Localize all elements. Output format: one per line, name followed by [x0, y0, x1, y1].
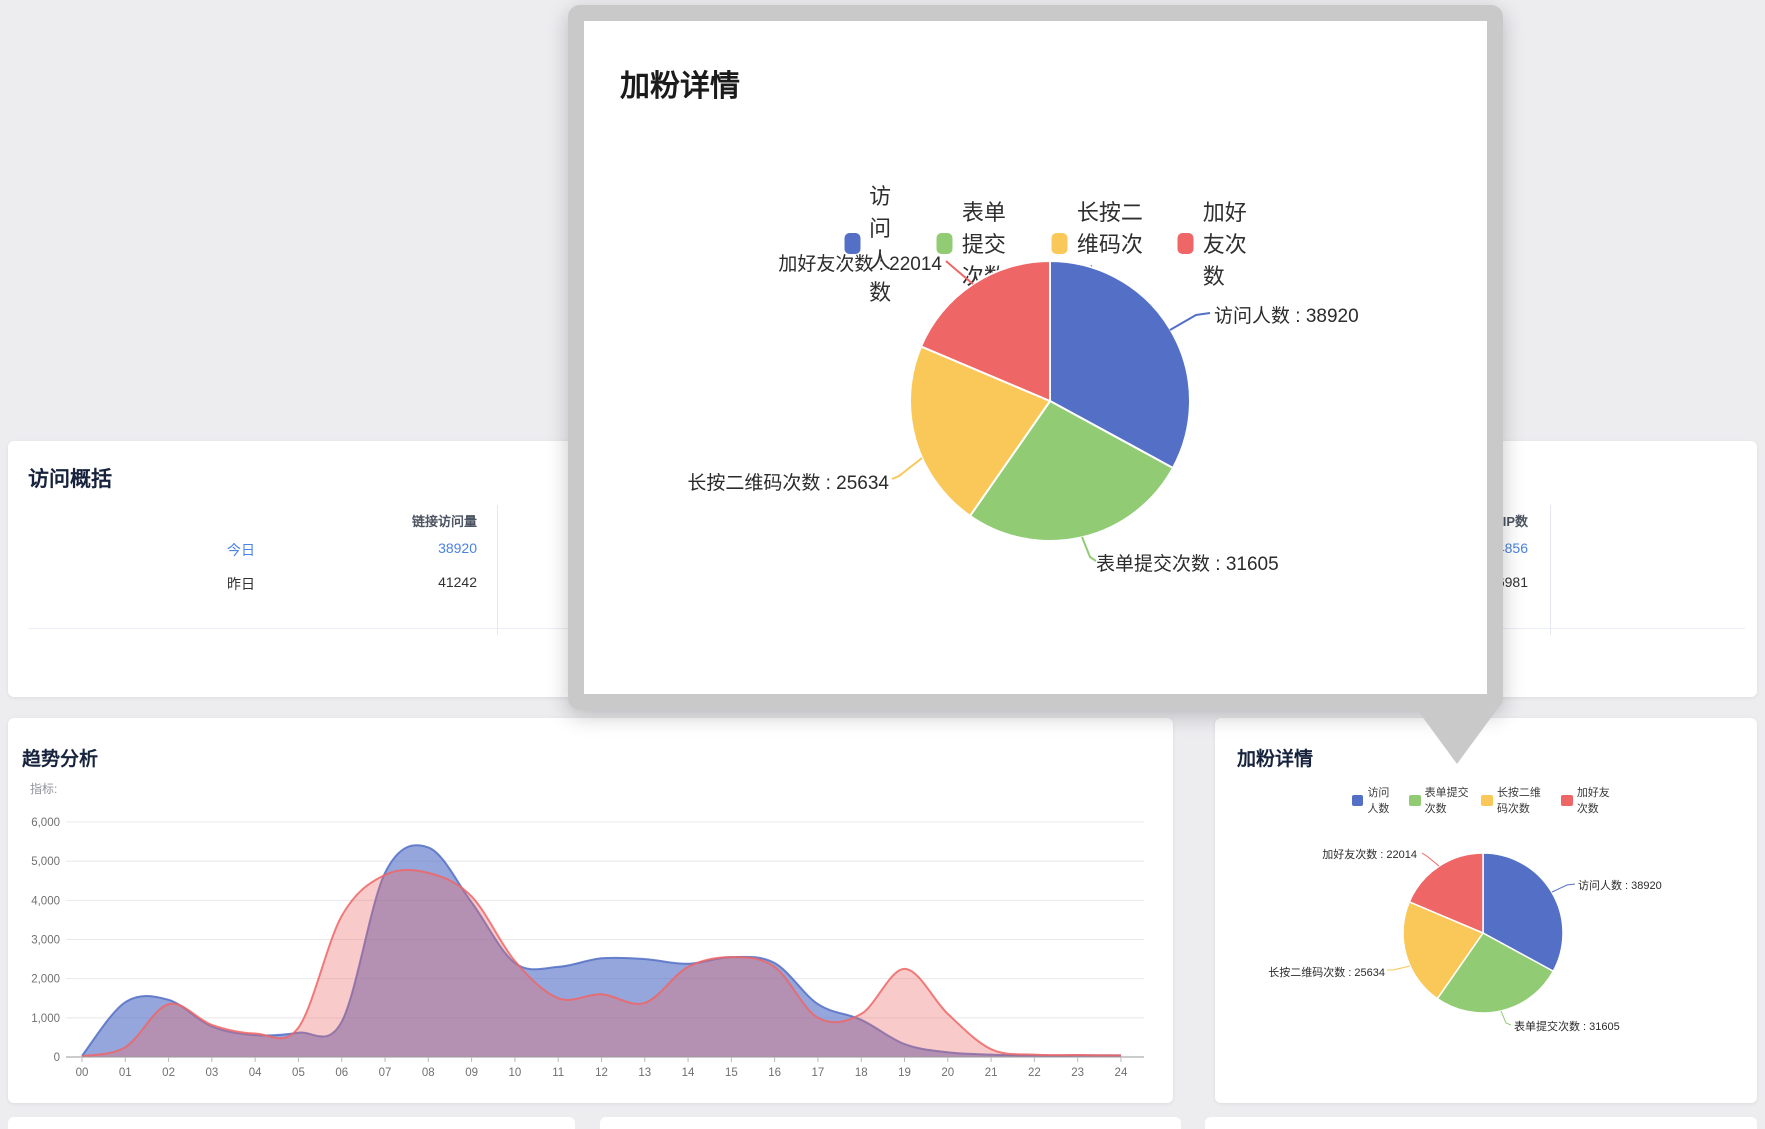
popup-pointer-tail: [1413, 704, 1501, 764]
pie-callout-长按二维码次数: 长按二维码次数 : 25634: [1268, 964, 1385, 980]
svg-text:03: 03: [205, 1067, 218, 1079]
trend-area-chart[interactable]: 01,0002,0003,0004,0005,0006,000000102030…: [16, 800, 1166, 1100]
column-divider: [1550, 505, 1551, 635]
bottom-card-stub: [1205, 1117, 1757, 1129]
column-header-link-visits: 链接访问量: [377, 511, 477, 530]
pie-callout-访问人数: 访问人数 : 38920: [1578, 877, 1662, 893]
svg-text:01: 01: [119, 1067, 132, 1079]
svg-text:11: 11: [552, 1067, 564, 1079]
pie-label-line: [1552, 884, 1575, 892]
svg-text:3,000: 3,000: [31, 934, 60, 946]
row-label-今日[interactable]: 今日: [191, 540, 291, 560]
svg-text:09: 09: [465, 1067, 478, 1079]
svg-text:19: 19: [898, 1067, 911, 1079]
svg-text:06: 06: [335, 1067, 348, 1079]
link-visits-value: 41242: [377, 574, 477, 590]
dashboard-page: 访问概括 链接访问量 IP数 今日3892034856昨日4124236981 …: [0, 0, 1765, 1129]
fans-pie-chart[interactable]: [1215, 718, 1757, 1103]
pie-callout-加好友次数: 加好友次数 : 22014: [778, 249, 942, 276]
fans-panel: 加粉详情 访问人数表单提交次数长按二维码次数加好友次数 加好友次数 : 2201…: [1215, 718, 1757, 1103]
svg-text:21: 21: [985, 1067, 998, 1079]
pie-label-line: [1422, 853, 1439, 866]
svg-text:08: 08: [422, 1067, 435, 1079]
pie-label-line: [892, 458, 922, 479]
svg-text:18: 18: [855, 1067, 868, 1079]
pie-label-line: [1082, 537, 1096, 561]
pie-label-line: [1387, 966, 1410, 970]
svg-text:07: 07: [379, 1067, 392, 1079]
row-label-昨日[interactable]: 昨日: [191, 574, 291, 594]
trend-panel: 趋势分析 指标: 0 1,000 2,000 3,000 4,000 5,000 6,000…: [8, 718, 1173, 1103]
pie-callout-长按二维码次数: 长按二维码次数 : 25634: [687, 468, 889, 495]
svg-text:13: 13: [638, 1067, 651, 1079]
link-visits-value: 38920: [377, 540, 477, 556]
svg-text:17: 17: [812, 1067, 825, 1079]
pie-callout-加好友次数: 加好友次数 : 22014: [1322, 846, 1417, 862]
pie-callout-表单提交次数: 表单提交次数 : 31605: [1514, 1018, 1620, 1034]
overview-title: 访问概括: [28, 463, 112, 493]
svg-text:15: 15: [725, 1067, 738, 1079]
svg-text:14: 14: [682, 1067, 695, 1079]
magnifier-popup: 加粉详情 访问人数表单提交次数长按二维码次数加好友次数 加好友次数 : 2201…: [568, 5, 1503, 710]
column-divider: [497, 505, 498, 635]
svg-text:22: 22: [1028, 1067, 1041, 1079]
svg-text:0: 0: [54, 1052, 60, 1064]
popup-pie-chart[interactable]: [584, 21, 1487, 694]
svg-text:16: 16: [768, 1067, 781, 1079]
x-axis: 00 01 02 03 04 05 06 07 08 09 10 11 12 13 14 15 16 17 18 19…: [66, 1057, 1144, 1079]
svg-text:02: 02: [162, 1067, 175, 1079]
svg-text:1,000: 1,000: [31, 1013, 60, 1025]
pie-label-line: [1170, 313, 1210, 330]
svg-text:12: 12: [595, 1067, 608, 1079]
svg-text:4,000: 4,000: [31, 895, 60, 907]
svg-text:10: 10: [509, 1067, 522, 1079]
svg-text:05: 05: [292, 1067, 305, 1079]
pie-callout-表单提交次数: 表单提交次数 : 31605: [1096, 549, 1279, 576]
svg-text:5,000: 5,000: [31, 856, 60, 868]
svg-text:6,000: 6,000: [31, 817, 60, 829]
pie-label-line: [946, 261, 973, 284]
svg-text:23: 23: [1071, 1067, 1084, 1079]
y-axis-labels: 0 1,000 2,000 3,000 4,000 5,000 6,000: [31, 817, 60, 1064]
svg-text:2,000: 2,000: [31, 974, 60, 986]
svg-text:24: 24: [1115, 1067, 1128, 1079]
trend-title: 趋势分析: [22, 744, 98, 771]
svg-text:20: 20: [941, 1067, 954, 1079]
svg-text:00: 00: [76, 1067, 89, 1079]
pie-callout-访问人数: 访问人数 : 38920: [1214, 301, 1359, 328]
bottom-card-stub: [600, 1117, 1181, 1129]
trend-indicator-label: 指标:: [30, 780, 57, 797]
pie-label-line: [1501, 1011, 1511, 1025]
svg-text:04: 04: [249, 1067, 262, 1079]
bottom-card-stub: [8, 1117, 575, 1129]
